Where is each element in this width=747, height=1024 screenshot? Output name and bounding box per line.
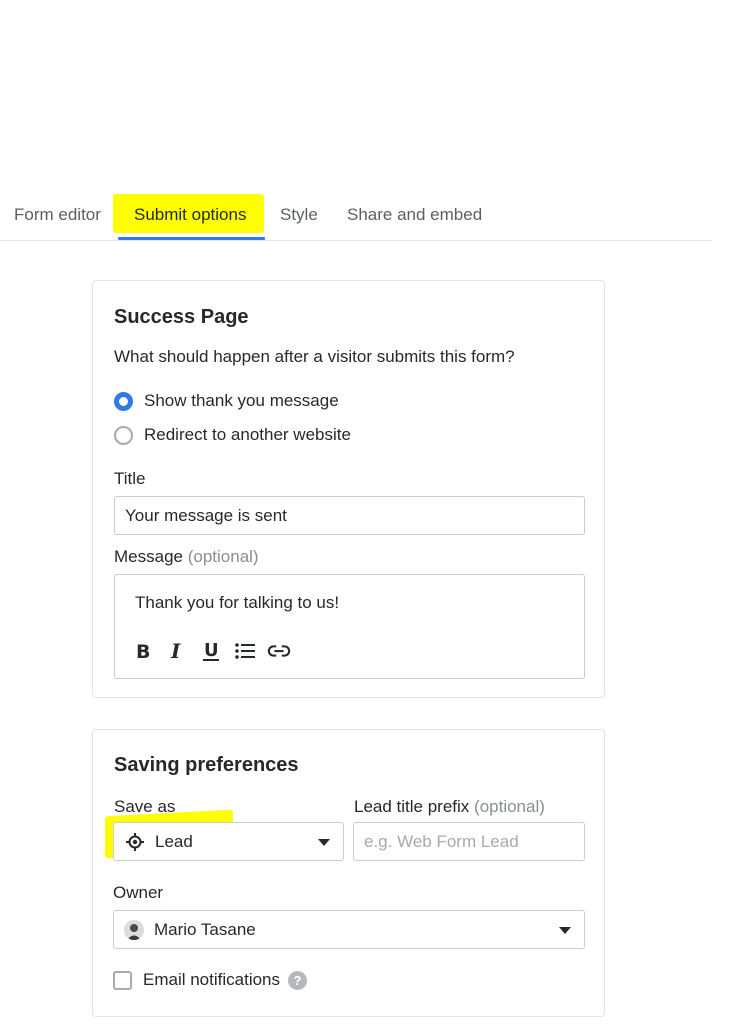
italic-icon[interactable]: I: [165, 639, 189, 663]
email-notifications-label: Email notifications: [143, 970, 281, 989]
tab-submit-options[interactable]: Submit options: [134, 205, 246, 225]
email-notifications-row[interactable]: Email notifications ?: [113, 970, 308, 990]
save-as-value: Lead: [155, 831, 193, 851]
radio-label: Redirect to another website: [144, 425, 351, 444]
radio-unchecked-icon: [114, 425, 133, 445]
owner-label: Owner: [113, 883, 164, 902]
message-editor-text[interactable]: Thank you for talking to us!: [135, 593, 339, 613]
message-label-text: Message: [114, 547, 183, 566]
lead-prefix-label-text: Lead title prefix: [354, 797, 470, 816]
radio-label: Show thank you message: [144, 391, 339, 410]
saving-preferences-title: Saving preferences: [114, 754, 299, 776]
success-page-card: Success Page What should happen after a …: [92, 280, 605, 698]
radio-show-thank-you[interactable]: Show thank you message: [114, 391, 339, 411]
tab-bar: Form editor Submit options Style Share a…: [0, 196, 712, 241]
active-tab-indicator: [118, 237, 265, 240]
success-page-title: Success Page: [114, 306, 249, 328]
owner-select[interactable]: Mario Tasane: [113, 910, 585, 949]
title-field-label: Title: [114, 469, 146, 488]
chevron-down-icon: [559, 926, 571, 934]
lead-title-prefix-input[interactable]: e.g. Web Form Lead: [353, 822, 585, 861]
message-editor[interactable]: Thank you for talking to us! B I U: [114, 574, 585, 679]
help-icon[interactable]: ?: [288, 970, 308, 990]
title-input[interactable]: Your message is sent: [114, 496, 585, 535]
svg-text:U: U: [204, 640, 219, 661]
success-question: What should happen after a visitor submi…: [114, 347, 515, 366]
message-field-label: Message (optional): [114, 547, 259, 567]
tab-style[interactable]: Style: [280, 205, 318, 225]
bulleted-list-icon[interactable]: [233, 639, 257, 663]
owner-value: Mario Tasane: [154, 919, 256, 939]
radio-checked-icon: [114, 391, 133, 411]
lead-prefix-optional-text: (optional): [474, 797, 545, 816]
tab-share-and-embed[interactable]: Share and embed: [347, 205, 482, 225]
bold-icon[interactable]: B: [131, 639, 155, 663]
chevron-down-icon: [318, 838, 330, 846]
email-notifications-checkbox[interactable]: [113, 970, 132, 990]
underline-icon[interactable]: U: [199, 639, 223, 663]
svg-text:I: I: [170, 641, 181, 661]
message-optional-text: (optional): [187, 547, 259, 566]
link-icon[interactable]: [267, 639, 291, 663]
lead-prefix-label: Lead title prefix (optional): [354, 797, 545, 817]
avatar: [124, 919, 144, 940]
editor-toolbar: B I U: [131, 639, 291, 663]
radio-redirect[interactable]: Redirect to another website: [114, 425, 351, 445]
lead-target-icon: [125, 832, 145, 852]
save-as-select[interactable]: Lead: [113, 822, 344, 861]
svg-text:B: B: [136, 641, 150, 661]
tab-form-editor[interactable]: Form editor: [14, 205, 101, 225]
